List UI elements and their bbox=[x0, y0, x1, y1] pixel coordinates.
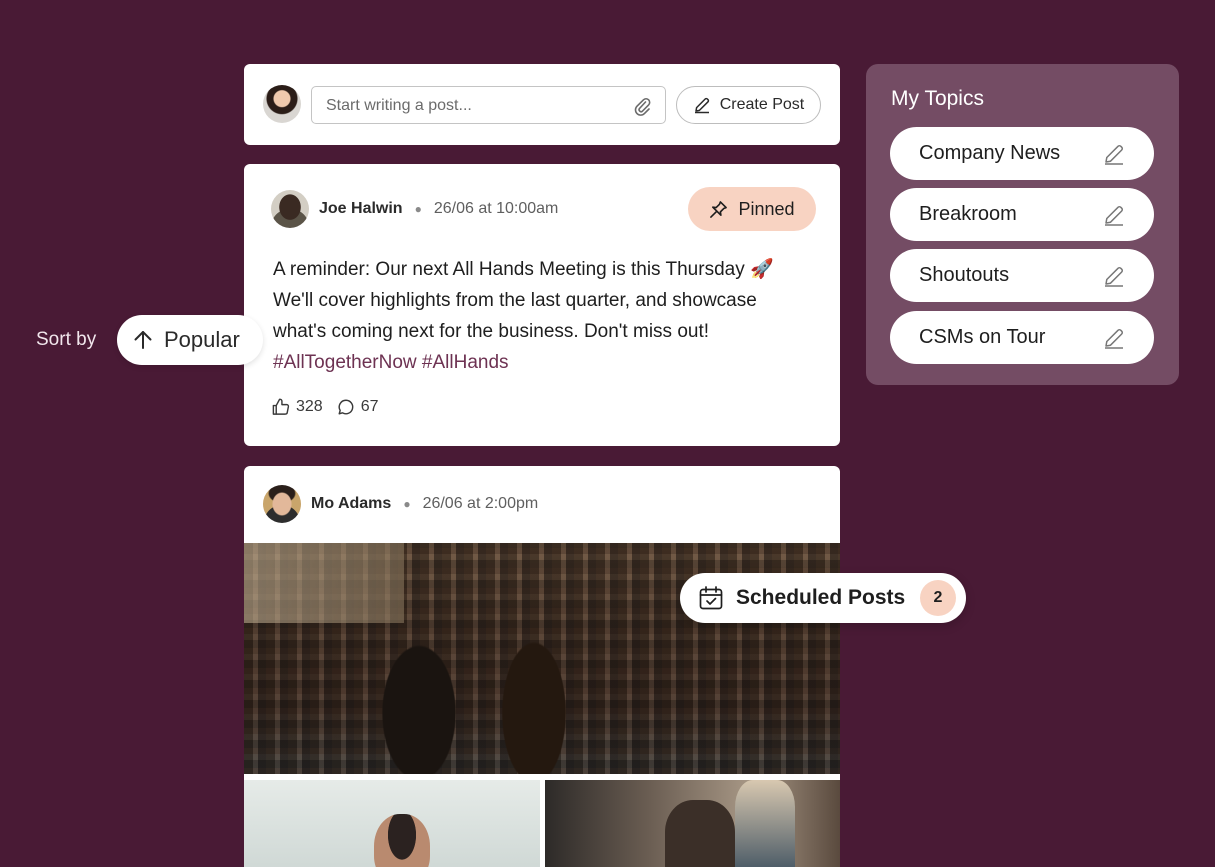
author-avatar[interactable] bbox=[263, 485, 301, 523]
post-image-tertiary[interactable] bbox=[545, 780, 840, 867]
comment-count: 67 bbox=[360, 397, 379, 415]
my-topics-title: My Topics bbox=[891, 87, 984, 110]
scheduled-posts-label: Scheduled Posts bbox=[736, 586, 906, 609]
separator-dot: ● bbox=[403, 497, 411, 511]
post-composer: Start writing a post... Create Post bbox=[244, 64, 840, 145]
topic-label: Breakroom bbox=[919, 203, 1017, 225]
current-user-avatar bbox=[263, 85, 301, 123]
scheduled-posts-count: 2 bbox=[920, 580, 956, 616]
sort-label: Sort by bbox=[36, 329, 97, 350]
thumbs-up-icon bbox=[272, 398, 290, 415]
pin-icon bbox=[710, 200, 728, 218]
topic-item[interactable]: Shoutouts bbox=[890, 249, 1154, 302]
create-post-button[interactable]: Create Post bbox=[676, 86, 821, 124]
post-card: Mo Adams ● 26/06 at 2:00pm bbox=[244, 466, 840, 867]
scheduled-posts-button[interactable]: Scheduled Posts 2 bbox=[680, 573, 966, 623]
post-body: A reminder: Our next All Hands Meeting i… bbox=[273, 254, 813, 378]
pencil-icon[interactable] bbox=[1102, 326, 1126, 350]
topic-label: CSMs on Tour bbox=[919, 326, 1046, 348]
like-button[interactable]: 328 bbox=[271, 397, 323, 416]
post-text: A reminder: Our next All Hands Meeting i… bbox=[273, 259, 774, 342]
post-author-row: Joe Halwin ● 26/06 at 10:00am bbox=[271, 190, 558, 228]
topic-label: Company News bbox=[919, 142, 1061, 164]
author-name[interactable]: Mo Adams bbox=[311, 495, 391, 513]
post-input-placeholder: Start writing a post... bbox=[326, 97, 472, 114]
image-detail bbox=[244, 543, 404, 623]
pinned-badge: Pinned bbox=[688, 187, 816, 231]
post-card: Joe Halwin ● 26/06 at 10:00am Pinned A r… bbox=[244, 164, 840, 446]
create-post-label: Create Post bbox=[719, 96, 805, 113]
image-detail bbox=[665, 800, 735, 867]
post-image-secondary[interactable] bbox=[244, 780, 540, 867]
like-count: 328 bbox=[296, 397, 323, 415]
pencil-icon[interactable] bbox=[1102, 203, 1126, 227]
sort-value: Popular bbox=[164, 327, 240, 352]
post-input[interactable]: Start writing a post... bbox=[311, 86, 666, 124]
sort-dropdown[interactable]: Popular bbox=[117, 315, 263, 365]
paperclip-icon[interactable] bbox=[633, 96, 651, 116]
post-author-row: Mo Adams ● 26/06 at 2:00pm bbox=[263, 485, 538, 523]
post-hashtags[interactable]: #AllTogetherNow #AllHands bbox=[273, 352, 509, 373]
image-detail bbox=[374, 814, 430, 867]
topic-item[interactable]: Breakroom bbox=[890, 188, 1154, 241]
author-avatar[interactable] bbox=[271, 190, 309, 228]
comment-icon bbox=[338, 399, 354, 414]
topic-label: Shoutouts bbox=[919, 264, 1010, 286]
topic-item[interactable]: CSMs on Tour bbox=[890, 311, 1154, 364]
pencil-icon bbox=[694, 97, 709, 114]
author-name[interactable]: Joe Halwin bbox=[319, 200, 403, 218]
calendar-check-icon bbox=[699, 586, 723, 610]
topic-item[interactable]: Company News bbox=[890, 127, 1154, 180]
image-detail bbox=[735, 780, 795, 867]
pinned-label: Pinned bbox=[738, 198, 795, 219]
arrow-up-icon bbox=[134, 331, 152, 349]
separator-dot: ● bbox=[414, 202, 422, 216]
my-topics-panel: My Topics Company News Breakroom Shoutou… bbox=[866, 64, 1179, 385]
pencil-icon[interactable] bbox=[1102, 264, 1126, 288]
comment-button[interactable]: 67 bbox=[337, 398, 379, 416]
post-timestamp: 26/06 at 10:00am bbox=[433, 200, 559, 217]
post-reactions: 328 67 bbox=[271, 397, 393, 416]
post-timestamp: 26/06 at 2:00pm bbox=[422, 495, 539, 512]
pencil-icon[interactable] bbox=[1102, 142, 1126, 166]
